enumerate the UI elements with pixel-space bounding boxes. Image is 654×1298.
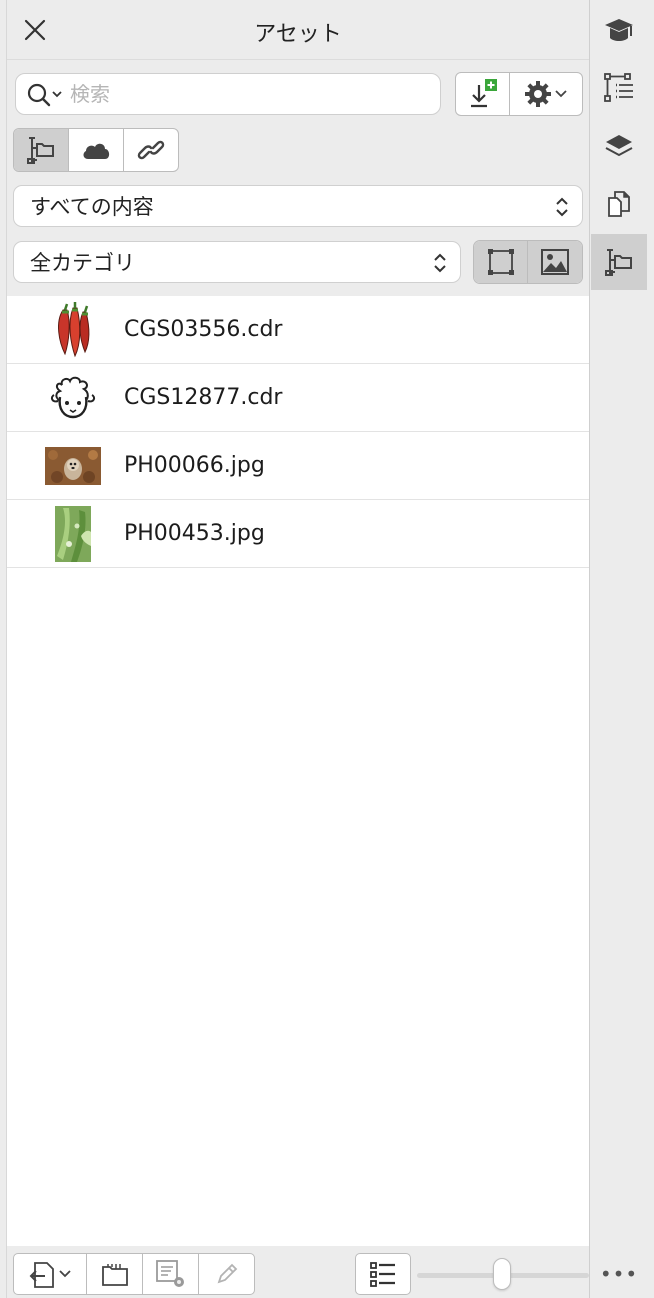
layers-tab[interactable] [591,118,647,174]
vector-shape-icon [487,249,514,275]
objects-tab[interactable] [591,60,647,116]
folder-tree-icon [605,249,632,276]
file-name: CGS12877.cdr [124,385,283,410]
search-icon[interactable] [26,82,66,112]
learn-tab[interactable] [591,2,647,58]
image-icon [541,249,569,275]
edit-button[interactable] [199,1254,254,1294]
import-settings-group [455,72,583,116]
asset-type-filter [473,240,583,284]
assets-tab[interactable] [591,234,647,290]
panel-titlebar: アセット [7,0,589,60]
cloud-icon [83,143,110,159]
node-list-icon [604,73,633,102]
list-item[interactable]: PH00066.jpg [7,432,589,500]
asset-list: CGS03556.cdr CGS12877.cdr PH00066.jpg PH… [7,296,589,1246]
tab-cloud[interactable] [69,129,124,171]
category-dropdown[interactable]: 全カテゴリ [13,241,461,283]
search-input[interactable] [70,81,430,107]
pencil-icon [217,1263,237,1284]
thumbnail-size-slider-thumb[interactable] [493,1258,511,1290]
updown-chevron-icon [434,253,446,273]
panel-title: アセット [254,22,342,47]
tab-links[interactable] [124,129,178,171]
file-name: PH00453.jpg [124,521,265,546]
bitmap-filter-button[interactable] [528,241,582,283]
file-name: PH00066.jpg [124,453,265,478]
tab-local-folders[interactable] [14,129,69,171]
settings-dropdown-button[interactable] [510,73,582,115]
view-mode-button[interactable] [355,1253,411,1295]
list-item[interactable]: CGS03556.cdr [7,296,589,364]
pages-tab[interactable] [591,176,647,232]
list-item[interactable]: CGS12877.cdr [7,364,589,432]
chevron-down-icon [555,90,567,98]
copy-pages-icon [608,191,630,217]
category-dropdown-value: 全カテゴリ [30,251,135,275]
import-button[interactable] [456,73,510,115]
layers-icon [605,135,633,157]
more-options-icon[interactable]: ••• [600,1262,637,1286]
bottom-actions-group [13,1253,255,1295]
list-view-icon [370,1262,395,1287]
scope-dropdown-value: すべての内容 [30,195,154,219]
updown-chevron-icon [556,197,568,217]
open-folder-button[interactable] [87,1254,143,1294]
insert-dropdown-button[interactable] [14,1254,87,1294]
sheep-thumbnail [45,370,101,426]
folder-open-icon [101,1264,128,1286]
chevron-down-icon [59,1270,71,1278]
insert-document-icon [29,1262,54,1288]
document-settings-icon [155,1260,184,1287]
assets-panel: アセット 検索 すべての内容 全カテゴリ CGS03556.cdr CGS128… [6,0,589,1298]
dog-photo-thumbnail [45,438,101,494]
list-item[interactable]: PH00453.jpg [7,500,589,568]
source-tabs [13,128,179,172]
list-view-toggle[interactable] [356,1254,410,1294]
chili-thumbnail [45,301,101,358]
import-add-icon [470,79,497,108]
folder-tree-icon [27,137,54,164]
docker-tab-bar: ••• [589,0,654,1298]
vector-filter-button[interactable] [474,241,528,283]
search-box[interactable] [15,73,441,115]
file-name: CGS03556.cdr [124,317,283,342]
graduation-cap-icon [605,19,633,41]
scope-dropdown[interactable]: すべての内容 [13,185,583,227]
gear-icon [525,81,551,107]
link-icon [137,140,165,160]
plant-photo-thumbnail [45,505,101,562]
properties-button[interactable] [143,1254,199,1294]
